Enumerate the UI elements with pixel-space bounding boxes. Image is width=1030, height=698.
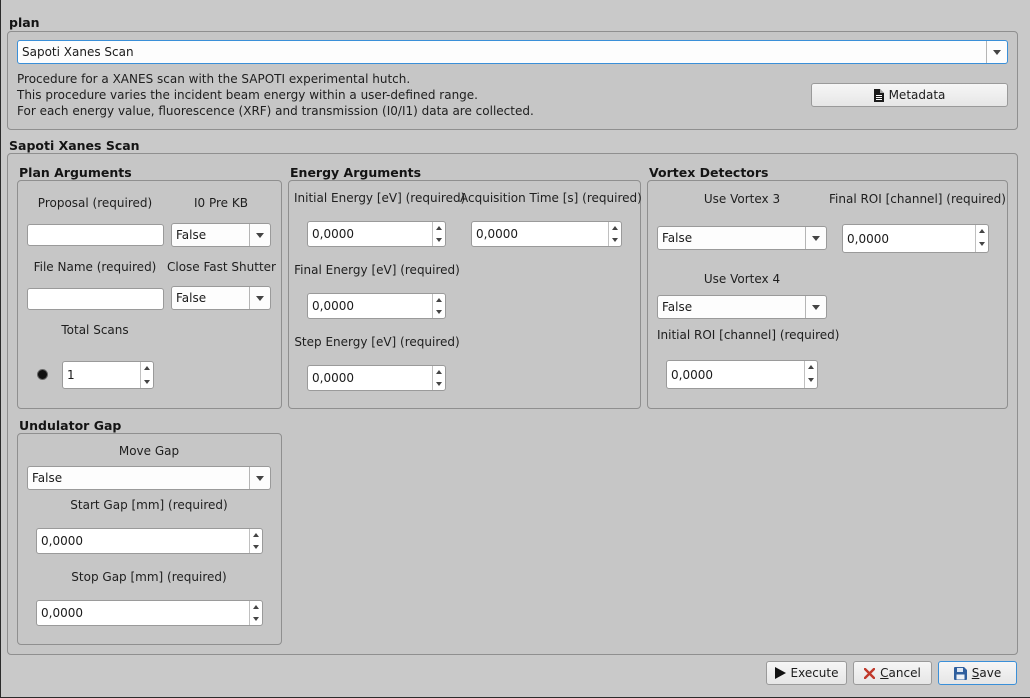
- start-gap-label: Start Gap [mm] (required): [70, 498, 228, 512]
- step-energy-value: 0,0000: [312, 371, 354, 385]
- play-icon: [774, 667, 786, 679]
- chevron-down-icon[interactable]: [249, 467, 270, 489]
- i0-pre-kb-select[interactable]: False: [171, 223, 271, 247]
- spin-down-icon[interactable]: [250, 541, 262, 553]
- file-name-input[interactable]: [27, 288, 164, 310]
- scan-group-title: Sapoti Xanes Scan: [9, 138, 140, 153]
- final-roi-spinbox[interactable]: 0,0000: [842, 224, 989, 253]
- chevron-down-icon[interactable]: [249, 224, 270, 246]
- cancel-button[interactable]: Cancel: [853, 661, 932, 685]
- metadata-button-label: Metadata: [888, 88, 946, 102]
- initial-energy-value: 0,0000: [312, 227, 354, 241]
- save-button[interactable]: Save: [938, 661, 1017, 685]
- use-vortex3-label: Use Vortex 3: [703, 192, 781, 206]
- spin-down-icon[interactable]: [141, 376, 153, 388]
- chevron-down-icon[interactable]: [986, 41, 1007, 63]
- document-icon: [873, 88, 884, 102]
- acquisition-time-label: Acquisition Time [s] (required): [460, 191, 642, 205]
- cancel-button-label: Cancel: [880, 666, 921, 680]
- close-fast-shutter-value: False: [176, 291, 207, 305]
- plan-arguments-title: Plan Arguments: [19, 165, 132, 180]
- save-icon: [953, 666, 967, 680]
- energy-arguments-title: Energy Arguments: [290, 165, 422, 180]
- vortex-detectors-title: Vortex Detectors: [649, 165, 769, 180]
- use-vortex3-value: False: [662, 231, 693, 245]
- total-scans-label: Total Scans: [61, 323, 129, 337]
- close-icon: [864, 667, 876, 679]
- final-energy-value: 0,0000: [312, 299, 354, 313]
- proposal-input[interactable]: [27, 224, 164, 246]
- final-energy-label: Final Energy [eV] (required): [294, 263, 460, 277]
- spin-up-icon[interactable]: [433, 222, 445, 234]
- initial-roi-value: 0,0000: [671, 368, 713, 382]
- i0-pre-kb-value: False: [176, 228, 207, 242]
- final-roi-value: 0,0000: [847, 232, 889, 246]
- spin-down-icon[interactable]: [433, 378, 445, 390]
- start-gap-value: 0,0000: [41, 534, 83, 548]
- use-vortex4-value: False: [662, 300, 693, 314]
- execute-button[interactable]: Execute: [766, 661, 847, 685]
- metadata-button[interactable]: Metadata: [811, 83, 1008, 107]
- proposal-label: Proposal (required): [37, 196, 153, 210]
- spin-up-icon[interactable]: [433, 366, 445, 378]
- acquisition-time-spinbox[interactable]: 0,0000: [471, 221, 622, 247]
- save-button-label: Save: [971, 666, 1002, 680]
- close-fast-shutter-label: Close Fast Shutter: [167, 260, 276, 274]
- move-gap-value: False: [32, 471, 63, 485]
- plan-description-line-2: This procedure varies the incident beam …: [17, 88, 478, 102]
- file-name-label: File Name (required): [33, 260, 157, 274]
- spin-up-icon[interactable]: [805, 361, 817, 375]
- plan-selector[interactable]: Sapoti Xanes Scan: [17, 40, 1008, 64]
- move-gap-select[interactable]: False: [27, 466, 271, 490]
- use-vortex4-select[interactable]: False: [657, 295, 827, 319]
- plan-selector-value: Sapoti Xanes Scan: [22, 45, 134, 59]
- final-energy-spinbox[interactable]: 0,0000: [307, 293, 446, 319]
- start-gap-spinbox[interactable]: 0,0000: [36, 528, 263, 554]
- spin-down-icon[interactable]: [250, 613, 262, 625]
- initial-energy-label: Initial Energy [eV] (required): [294, 191, 466, 205]
- step-energy-label: Step Energy [eV] (required): [294, 335, 460, 349]
- chevron-down-icon[interactable]: [805, 227, 826, 249]
- spin-up-icon[interactable]: [141, 362, 153, 374]
- spin-down-icon[interactable]: [805, 374, 817, 388]
- plan-description-line-3: For each energy value, fluorescence (XRF…: [17, 104, 534, 118]
- spin-up-icon[interactable]: [976, 225, 988, 239]
- initial-energy-spinbox[interactable]: 0,0000: [307, 221, 446, 247]
- total-scans-spinbox[interactable]: 1: [62, 361, 154, 389]
- stop-gap-spinbox[interactable]: 0,0000: [36, 600, 263, 626]
- close-fast-shutter-select[interactable]: False: [171, 286, 271, 310]
- acquisition-time-value: 0,0000: [476, 227, 518, 241]
- i0-pre-kb-label: I0 Pre KB: [194, 196, 248, 210]
- stop-gap-label: Stop Gap [mm] (required): [71, 570, 227, 584]
- plan-group-title: plan: [9, 15, 40, 30]
- status-indicator-icon: [37, 369, 48, 380]
- spin-down-icon[interactable]: [976, 238, 988, 252]
- stop-gap-value: 0,0000: [41, 606, 83, 620]
- undulator-gap-title: Undulator Gap: [19, 418, 122, 433]
- initial-roi-spinbox[interactable]: 0,0000: [666, 360, 818, 389]
- step-energy-spinbox[interactable]: 0,0000: [307, 365, 446, 391]
- spin-down-icon[interactable]: [609, 234, 621, 246]
- execute-button-label: Execute: [790, 666, 839, 680]
- move-gap-label: Move Gap: [118, 444, 180, 458]
- spin-down-icon[interactable]: [433, 234, 445, 246]
- plan-description-line-1: Procedure for a XANES scan with the SAPO…: [17, 72, 411, 86]
- spin-up-icon[interactable]: [609, 222, 621, 234]
- spin-up-icon[interactable]: [433, 294, 445, 306]
- final-roi-label: Final ROI [channel] (required): [829, 192, 1006, 206]
- chevron-down-icon[interactable]: [805, 296, 826, 318]
- spin-up-icon[interactable]: [250, 601, 262, 613]
- total-scans-value: 1: [67, 368, 75, 382]
- spin-up-icon[interactable]: [250, 529, 262, 541]
- spin-down-icon[interactable]: [433, 306, 445, 318]
- initial-roi-label: Initial ROI [channel] (required): [657, 328, 840, 342]
- use-vortex4-label: Use Vortex 4: [703, 272, 781, 286]
- chevron-down-icon[interactable]: [249, 287, 270, 309]
- use-vortex3-select[interactable]: False: [657, 226, 827, 250]
